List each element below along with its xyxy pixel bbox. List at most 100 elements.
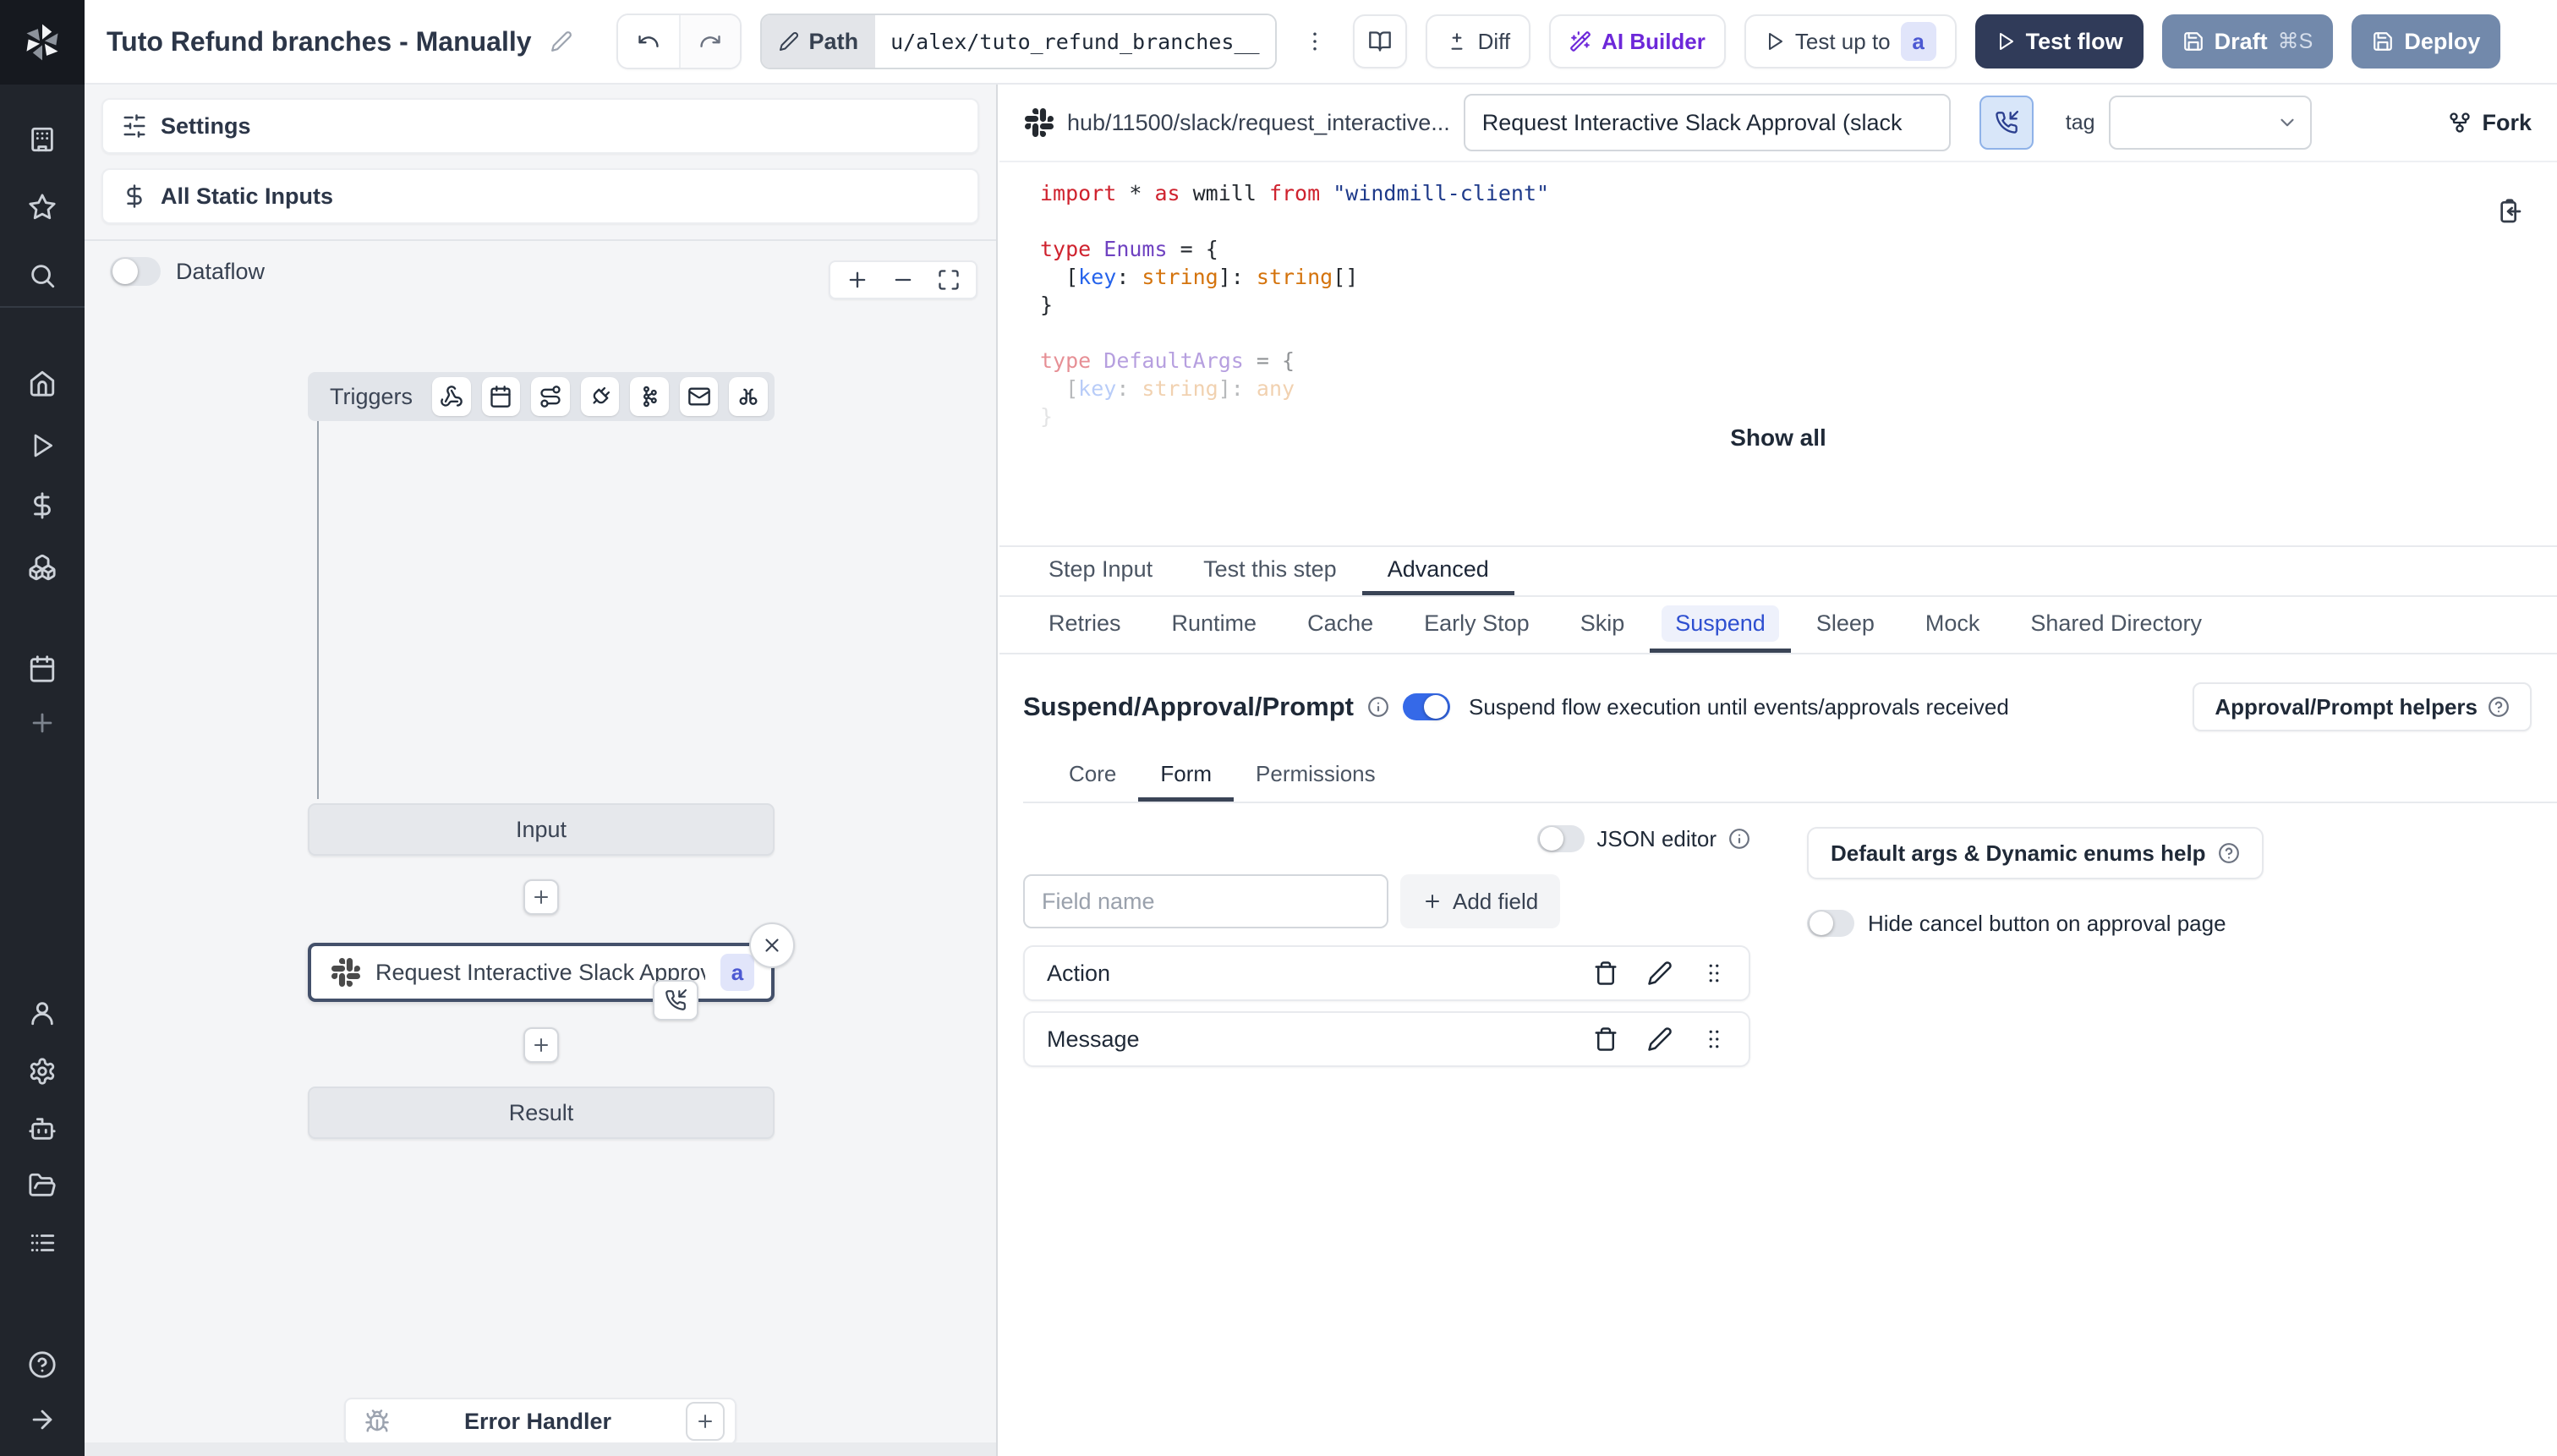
tab-mock[interactable]: Mock bbox=[1900, 599, 2006, 653]
horizontal-scrollbar[interactable] bbox=[85, 1442, 996, 1456]
info-icon[interactable] bbox=[1367, 696, 1389, 718]
redo-button[interactable] bbox=[678, 15, 740, 68]
diff-icon bbox=[1446, 30, 1468, 52]
suspend-indicator-button[interactable] bbox=[1979, 96, 2034, 150]
slack-approval-step-node[interactable]: Request Interactive Slack Approval (... … bbox=[308, 922, 795, 1021]
add-error-handler-button[interactable] bbox=[686, 1402, 725, 1441]
webhook-trigger-icon[interactable] bbox=[432, 377, 471, 416]
help-icon[interactable] bbox=[28, 1350, 57, 1379]
edit-title-pencil-icon[interactable] bbox=[550, 30, 572, 52]
schedule-trigger-icon[interactable] bbox=[481, 377, 521, 416]
settings-gear-icon[interactable] bbox=[28, 1057, 57, 1086]
suspend-enable-toggle[interactable] bbox=[1402, 693, 1450, 720]
scheduled-poll-trigger-icon[interactable] bbox=[729, 377, 768, 416]
zoom-out-icon[interactable] bbox=[891, 268, 915, 292]
drag-handle-grip-icon[interactable] bbox=[1701, 1026, 1727, 1052]
workers-robot-icon[interactable] bbox=[28, 1114, 57, 1143]
diff-button[interactable]: Diff bbox=[1425, 14, 1531, 68]
variables-dollar-icon[interactable] bbox=[28, 491, 57, 520]
tab-form[interactable]: Form bbox=[1138, 751, 1235, 802]
http-route-trigger-icon[interactable] bbox=[531, 377, 570, 416]
default-args-help-button[interactable]: Default args & Dynamic enums help bbox=[1807, 827, 2264, 879]
tab-core[interactable]: Core bbox=[1047, 751, 1138, 802]
expand-arrow-icon[interactable] bbox=[28, 1405, 57, 1434]
email-trigger-icon[interactable] bbox=[679, 377, 719, 416]
user-icon[interactable] bbox=[28, 999, 57, 1027]
tab-test-this-step[interactable]: Test this step bbox=[1178, 547, 1362, 595]
suspend-phone-badge bbox=[653, 980, 698, 1021]
runs-play-icon[interactable] bbox=[29, 432, 56, 459]
schedules-calendar-icon[interactable] bbox=[28, 654, 57, 683]
clipboard-paste-icon[interactable] bbox=[2496, 198, 2523, 225]
info-icon[interactable] bbox=[1728, 828, 1750, 850]
search-icon[interactable] bbox=[28, 261, 57, 290]
helpers-button-label: Approval/Prompt helpers bbox=[2215, 693, 2478, 720]
add-step-button-bottom[interactable] bbox=[523, 1027, 559, 1063]
edit-field-pencil-icon[interactable] bbox=[1647, 961, 1673, 986]
fit-view-icon[interactable] bbox=[937, 268, 961, 292]
tag-select[interactable] bbox=[2108, 96, 2312, 150]
flow-settings-label: Settings bbox=[161, 112, 251, 139]
fork-button[interactable]: Fork bbox=[2448, 110, 2532, 136]
phone-incoming-icon bbox=[665, 989, 687, 1011]
json-editor-toggle[interactable] bbox=[1537, 825, 1585, 852]
input-node[interactable]: Input bbox=[308, 803, 775, 856]
delete-field-trash-icon[interactable] bbox=[1593, 1026, 1618, 1052]
tab-runtime[interactable]: Runtime bbox=[1147, 599, 1283, 653]
all-static-inputs-label: All Static Inputs bbox=[161, 183, 334, 209]
kafka-trigger-icon[interactable] bbox=[630, 377, 669, 416]
folders-icon[interactable] bbox=[28, 1171, 57, 1200]
tab-retries[interactable]: Retries bbox=[1023, 599, 1147, 653]
tab-step-input[interactable]: Step Input bbox=[1023, 547, 1178, 595]
windmill-logo[interactable] bbox=[0, 0, 85, 85]
zoom-in-icon[interactable] bbox=[846, 268, 869, 292]
create-plus-icon[interactable] bbox=[28, 709, 57, 737]
edit-field-pencil-icon[interactable] bbox=[1647, 1026, 1673, 1052]
tab-sleep[interactable]: Sleep bbox=[1791, 599, 1900, 653]
hide-cancel-toggle[interactable] bbox=[1807, 910, 1854, 937]
code-editor-preview[interactable]: import * as wmill from "windmill-client"… bbox=[999, 162, 2557, 429]
step-summary-input[interactable] bbox=[1463, 94, 1951, 151]
add-field-button[interactable]: Add field bbox=[1400, 874, 1561, 928]
path-button[interactable]: Path bbox=[761, 15, 876, 68]
result-node[interactable]: Result bbox=[308, 1087, 775, 1139]
tab-early-stop[interactable]: Early Stop bbox=[1399, 599, 1555, 653]
apps-list-icon[interactable] bbox=[28, 1229, 57, 1257]
show-all-button[interactable]: Show all bbox=[999, 414, 2557, 462]
tab-cache[interactable]: Cache bbox=[1282, 599, 1399, 653]
workspace-icon[interactable] bbox=[28, 125, 57, 154]
triggers-bar[interactable]: Triggers bbox=[308, 372, 775, 421]
draft-button[interactable]: Draft ⌘S bbox=[2161, 14, 2334, 68]
tab-skip[interactable]: Skip bbox=[1555, 599, 1651, 653]
undo-button[interactable] bbox=[617, 15, 679, 68]
tab-advanced[interactable]: Advanced bbox=[1361, 547, 1514, 595]
all-static-inputs-button[interactable]: All Static Inputs bbox=[101, 168, 979, 224]
resources-boxes-icon[interactable] bbox=[28, 553, 57, 582]
more-options-button[interactable] bbox=[1295, 14, 1334, 68]
path-value[interactable]: u/alex/tuto_refund_branches__ bbox=[875, 15, 1275, 68]
hide-cancel-label: Hide cancel button on approval page bbox=[1868, 910, 2226, 936]
favorites-star-icon[interactable] bbox=[28, 193, 57, 222]
ai-builder-button[interactable]: AI Builder bbox=[1549, 14, 1726, 68]
form-field-row-message: Message bbox=[1023, 1011, 1750, 1067]
delete-field-trash-icon[interactable] bbox=[1593, 961, 1618, 986]
docs-button[interactable] bbox=[1352, 14, 1407, 68]
error-handler-node[interactable]: Error Handler bbox=[344, 1398, 736, 1445]
form-field-row-action: Action bbox=[1023, 945, 1750, 1001]
test-up-to-button[interactable]: Test up to a bbox=[1744, 14, 1957, 68]
hub-script-path[interactable]: hub/11500/slack/request_interactive... bbox=[1067, 110, 1450, 136]
approval-prompt-helpers-button[interactable]: Approval/Prompt helpers bbox=[2193, 682, 2532, 731]
flow-settings-button[interactable]: Settings bbox=[101, 98, 979, 154]
tab-shared-directory[interactable]: Shared Directory bbox=[2005, 599, 2227, 653]
tab-suspend[interactable]: Suspend bbox=[1650, 599, 1791, 653]
field-name-input[interactable] bbox=[1023, 874, 1388, 928]
delete-step-button[interactable] bbox=[749, 922, 795, 968]
home-icon[interactable] bbox=[28, 369, 57, 397]
deploy-button[interactable]: Deploy bbox=[2352, 14, 2501, 68]
add-step-button-top[interactable] bbox=[523, 879, 559, 915]
websocket-trigger-icon[interactable] bbox=[580, 377, 620, 416]
drag-handle-grip-icon[interactable] bbox=[1701, 961, 1727, 986]
tab-permissions[interactable]: Permissions bbox=[1234, 751, 1398, 802]
test-flow-button[interactable]: Test flow bbox=[1974, 14, 2144, 68]
dataflow-toggle[interactable] bbox=[110, 257, 161, 286]
